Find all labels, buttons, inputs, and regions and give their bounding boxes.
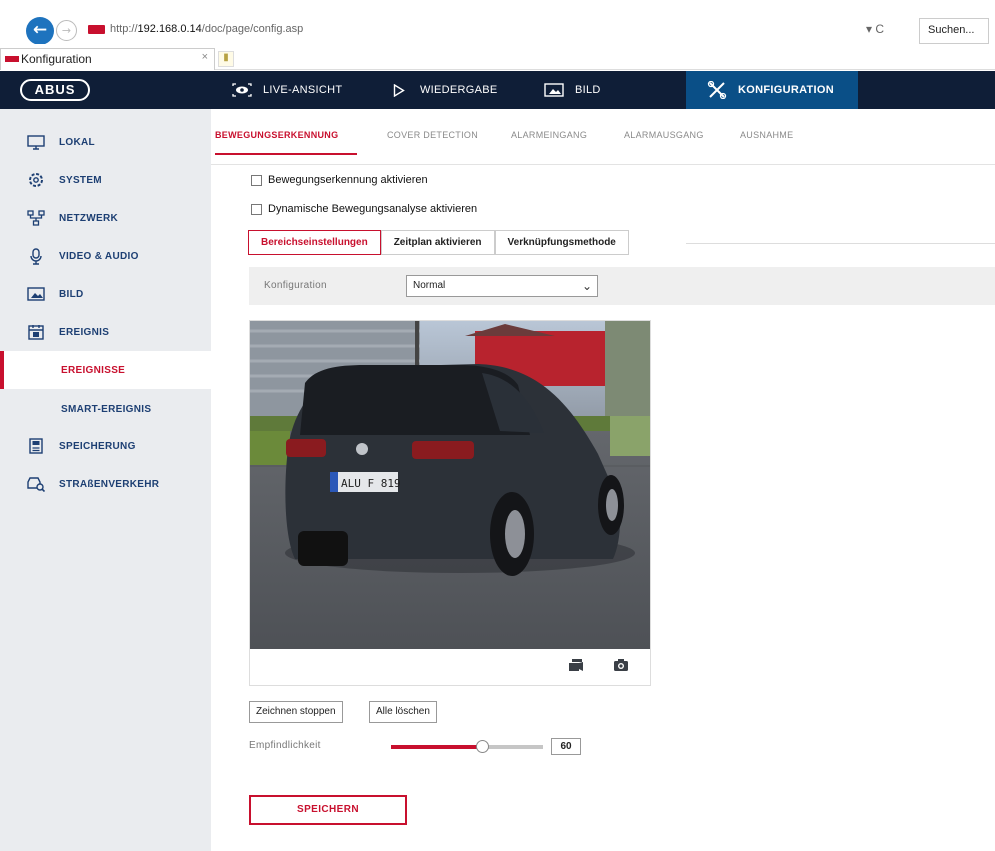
sidebar-item-label: EREIGNIS bbox=[59, 326, 110, 338]
sidebar-item-storage[interactable]: SPEICHERUNG bbox=[0, 427, 211, 465]
configuration-selected-value: Normal bbox=[413, 280, 446, 291]
steps-divider bbox=[686, 243, 995, 244]
calendar-icon bbox=[27, 324, 45, 340]
tab-alarm-output[interactable]: ALARMAUSGANG bbox=[624, 130, 704, 140]
tab-exception[interactable]: AUSNAHME bbox=[740, 130, 793, 140]
sidebar-subitem-events[interactable]: EREIGNISSE bbox=[0, 351, 211, 389]
tools-icon bbox=[706, 81, 728, 99]
image-icon bbox=[543, 82, 565, 98]
network-icon bbox=[27, 210, 45, 226]
monitor-icon bbox=[27, 134, 45, 150]
video-preview-panel: ALU F 819 bbox=[249, 320, 651, 686]
nav-configuration[interactable]: KONFIGURATION bbox=[686, 71, 858, 109]
main-content: BEWEGUNGSERKENNUNG COVER DETECTION ALARM… bbox=[211, 109, 995, 851]
sidebar-item-label: STRAßENVERKEHR bbox=[59, 478, 160, 490]
tab-site-icon bbox=[5, 56, 19, 62]
sidebar-item-label: NETZWERK bbox=[59, 212, 119, 224]
browser-tab-bar: Konfiguration × ▮ bbox=[0, 44, 995, 70]
nav-playback[interactable]: WIEDERGABE bbox=[388, 71, 498, 109]
clear-all-button[interactable]: Alle löschen bbox=[369, 701, 437, 723]
sensitivity-label: Empfindlichkeit bbox=[249, 740, 321, 751]
app-header: ABUS LIVE-ANSICHT WIEDERGABE BILD KONFIG… bbox=[0, 71, 995, 109]
url-prefix: http:// bbox=[110, 23, 138, 35]
audio-icon bbox=[27, 247, 45, 265]
nav-label: KONFIGURATION bbox=[738, 84, 834, 96]
browser-search-input[interactable]: Suchen... bbox=[919, 18, 989, 44]
chevron-down-icon: ⌄ bbox=[581, 279, 592, 293]
step-area-settings[interactable]: Bereichseinstellungen bbox=[248, 230, 381, 255]
enable-motion-detection-label: Bewegungserkennung aktivieren bbox=[268, 174, 428, 186]
settings-steps: Bereichseinstellungen Zeitplan aktiviere… bbox=[248, 230, 629, 255]
camera-icon[interactable] bbox=[613, 658, 629, 672]
forward-button[interactable]: → bbox=[56, 20, 77, 41]
configuration-label: Konfiguration bbox=[264, 280, 327, 291]
storage-icon bbox=[27, 438, 45, 454]
sidebar-item-system[interactable]: SYSTEM bbox=[0, 161, 211, 199]
eye-icon bbox=[231, 82, 253, 98]
url-field[interactable]: http://192.168.0.14/doc/page/config.asp … bbox=[80, 18, 910, 44]
tab-alarm-input[interactable]: ALARMEINGANG bbox=[511, 130, 587, 140]
refresh-icon[interactable]: ▾ C bbox=[866, 22, 884, 36]
event-subtabs: BEWEGUNGSERKENNUNG COVER DETECTION ALARM… bbox=[211, 109, 995, 165]
image-icon bbox=[27, 286, 45, 302]
site-icon bbox=[88, 25, 105, 34]
abus-logo: ABUS bbox=[20, 79, 90, 101]
url-host: 192.168.0.14 bbox=[137, 23, 202, 35]
back-button[interactable]: ← bbox=[26, 17, 54, 45]
tab-close-icon[interactable]: × bbox=[202, 51, 208, 63]
tab-cover-detection[interactable]: COVER DETECTION bbox=[387, 130, 478, 140]
enable-dynamic-analysis-label: Dynamische Bewegungsanalyse aktivieren bbox=[268, 203, 478, 215]
sidebar-item-label: VIDEO & AUDIO bbox=[59, 250, 139, 262]
car-search-icon bbox=[27, 476, 45, 492]
sidebar-item-event[interactable]: EREIGNIS bbox=[0, 313, 211, 351]
tab-motion-detection[interactable]: BEWEGUNGSERKENNUNG bbox=[215, 130, 338, 140]
nav-label: BILD bbox=[575, 84, 601, 96]
play-icon bbox=[388, 82, 410, 98]
draw-area-icon[interactable] bbox=[568, 658, 584, 672]
enable-motion-detection-checkbox[interactable] bbox=[251, 174, 262, 186]
sidebar-item-traffic[interactable]: STRAßENVERKEHR bbox=[0, 465, 211, 503]
sensitivity-slider-thumb[interactable] bbox=[476, 740, 490, 753]
configuration-row: Konfiguration Normal ⌄ bbox=[249, 267, 995, 305]
sidebar-item-label: SYSTEM bbox=[59, 174, 102, 186]
sidebar-item-label: SPEICHERUNG bbox=[59, 440, 136, 452]
sidebar-item-local[interactable]: LOKAL bbox=[0, 123, 211, 161]
sidebar: LOKAL SYSTEM NETZWERK VIDEO & AUDIO BILD… bbox=[0, 109, 211, 851]
gear-icon bbox=[27, 172, 45, 188]
nav-live-view[interactable]: LIVE-ANSICHT bbox=[231, 71, 342, 109]
sidebar-subitem-smart-event[interactable]: SMART-EREIGNIS bbox=[0, 390, 211, 428]
camera-scene-image: ALU F 819 bbox=[250, 321, 650, 649]
sidebar-item-network[interactable]: NETZWERK bbox=[0, 199, 211, 237]
browser-address-bar: ← → http://192.168.0.14/doc/page/config.… bbox=[0, 0, 995, 45]
browser-tab[interactable]: Konfiguration × bbox=[0, 48, 215, 70]
enable-dynamic-analysis-row[interactable]: Dynamische Bewegungsanalyse aktivieren bbox=[251, 203, 477, 215]
enable-dynamic-analysis-checkbox[interactable] bbox=[251, 203, 262, 215]
sensitivity-slider[interactable] bbox=[391, 740, 543, 753]
step-linkage-method[interactable]: Verknüpfungsmethode bbox=[494, 230, 629, 255]
sidebar-item-label: LOKAL bbox=[59, 136, 95, 148]
live-video-area[interactable]: ALU F 819 bbox=[250, 321, 650, 649]
active-tab-indicator bbox=[215, 153, 357, 155]
tab-title: Konfiguration bbox=[21, 52, 92, 66]
sidebar-item-image[interactable]: BILD bbox=[0, 275, 211, 313]
new-tab-icon[interactable]: ▮ bbox=[218, 51, 234, 67]
enable-motion-detection-row[interactable]: Bewegungserkennung aktivieren bbox=[251, 174, 428, 186]
save-button[interactable]: SPEICHERN bbox=[249, 795, 407, 825]
sensitivity-slider-fill bbox=[391, 745, 483, 749]
sidebar-item-video-audio[interactable]: VIDEO & AUDIO bbox=[0, 237, 211, 275]
sensitivity-value[interactable]: 60 bbox=[551, 738, 581, 755]
configuration-select[interactable]: Normal ⌄ bbox=[406, 275, 598, 297]
url-path: /doc/page/config.asp bbox=[201, 23, 304, 35]
nav-label: LIVE-ANSICHT bbox=[263, 84, 343, 96]
license-plate-text: ALU F 819 bbox=[341, 477, 401, 490]
sidebar-item-label: BILD bbox=[59, 288, 84, 300]
nav-label: WIEDERGABE bbox=[420, 84, 498, 96]
step-schedule[interactable]: Zeitplan aktivieren bbox=[380, 230, 495, 255]
nav-image[interactable]: BILD bbox=[543, 71, 601, 109]
stop-drawing-button[interactable]: Zeichnen stoppen bbox=[249, 701, 343, 723]
